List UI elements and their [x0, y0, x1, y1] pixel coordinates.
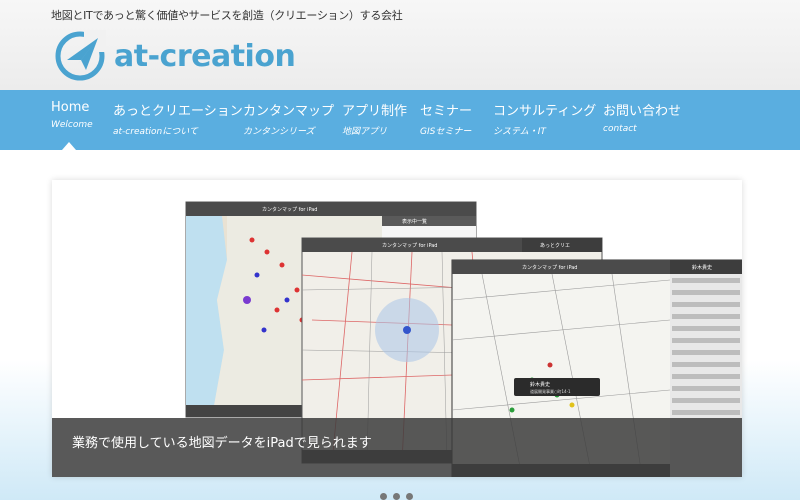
nav-item-app-dev[interactable]: アプリ制作 地図アプリ [342, 100, 407, 137]
nav-sublabel: GISセミナー [420, 127, 472, 137]
nav-item-kantan-map[interactable]: カンタンマップ カンタンシリーズ [243, 100, 334, 137]
active-nav-indicator [62, 142, 76, 150]
popup-name: 鈴木貴史 [530, 381, 550, 388]
nav-item-about[interactable]: あっとクリエーション at-creationについて [113, 100, 243, 137]
back-panel-title: 表示中一覧 [402, 218, 427, 225]
logo-text: at-creation [114, 38, 296, 74]
hero-slider[interactable]: カンタンマップ for iPad 表示中一覧 カンタンマップ for iPad [52, 180, 742, 477]
nav-item-contact[interactable]: お問い合わせ contact [603, 100, 681, 134]
front-panel-title: 鈴木貴史 [692, 264, 712, 271]
nav-label: カンタンマップ [243, 104, 335, 119]
slider-dot[interactable] [393, 493, 400, 500]
nav-sublabel: Welcome [51, 120, 93, 130]
nav-sublabel: contact [603, 124, 637, 134]
main-navigation: Home Welcome あっとクリエーション at-creationについて … [0, 90, 800, 150]
nav-label: アプリ制作 [342, 104, 408, 119]
nav-item-seminar[interactable]: セミナー GISセミナー [420, 100, 472, 137]
nav-sublabel: at-creationについて [113, 127, 198, 137]
nav-sublabel: 地図アプリ [342, 127, 388, 137]
slider-dot[interactable] [380, 493, 387, 500]
middle-screen-title: カンタンマップ for iPad [382, 242, 437, 249]
nav-label: あっとクリエーション [113, 104, 243, 119]
front-screen-title: カンタンマップ for iPad [522, 264, 577, 271]
slider-pagination [380, 493, 413, 500]
slider-dot[interactable] [406, 493, 413, 500]
back-screen-title: カンタンマップ for iPad [262, 206, 317, 213]
nav-item-consulting[interactable]: コンサルティング システム・IT [493, 100, 596, 137]
nav-label: Home [51, 100, 90, 115]
popup-sub: 道展開発事業○町14-1 [530, 388, 571, 394]
nav-label: お問い合わせ [603, 104, 682, 119]
nav-label: コンサルティング [493, 104, 597, 119]
logo[interactable]: at-creation [54, 30, 296, 82]
slide-caption: 業務で使用している地図データをiPadで見られます [52, 418, 742, 477]
slide-caption-text: 業務で使用している地図データをiPadで見られます [72, 436, 372, 451]
nav-label: セミナー [420, 104, 473, 119]
nav-sublabel: カンタンシリーズ [243, 127, 315, 137]
nav-sublabel: システム・IT [493, 127, 546, 137]
nav-item-home[interactable]: Home Welcome [51, 100, 93, 130]
paper-plane-logo-icon [55, 30, 106, 81]
middle-panel-title: あっとクリエ [540, 243, 570, 249]
header-bar: 地図とITであっと驚く価値やサービスを創造（クリエーション）する会社 at-cr… [0, 0, 800, 90]
tagline: 地図とITであっと驚く価値やサービスを創造（クリエーション）する会社 [51, 9, 403, 22]
